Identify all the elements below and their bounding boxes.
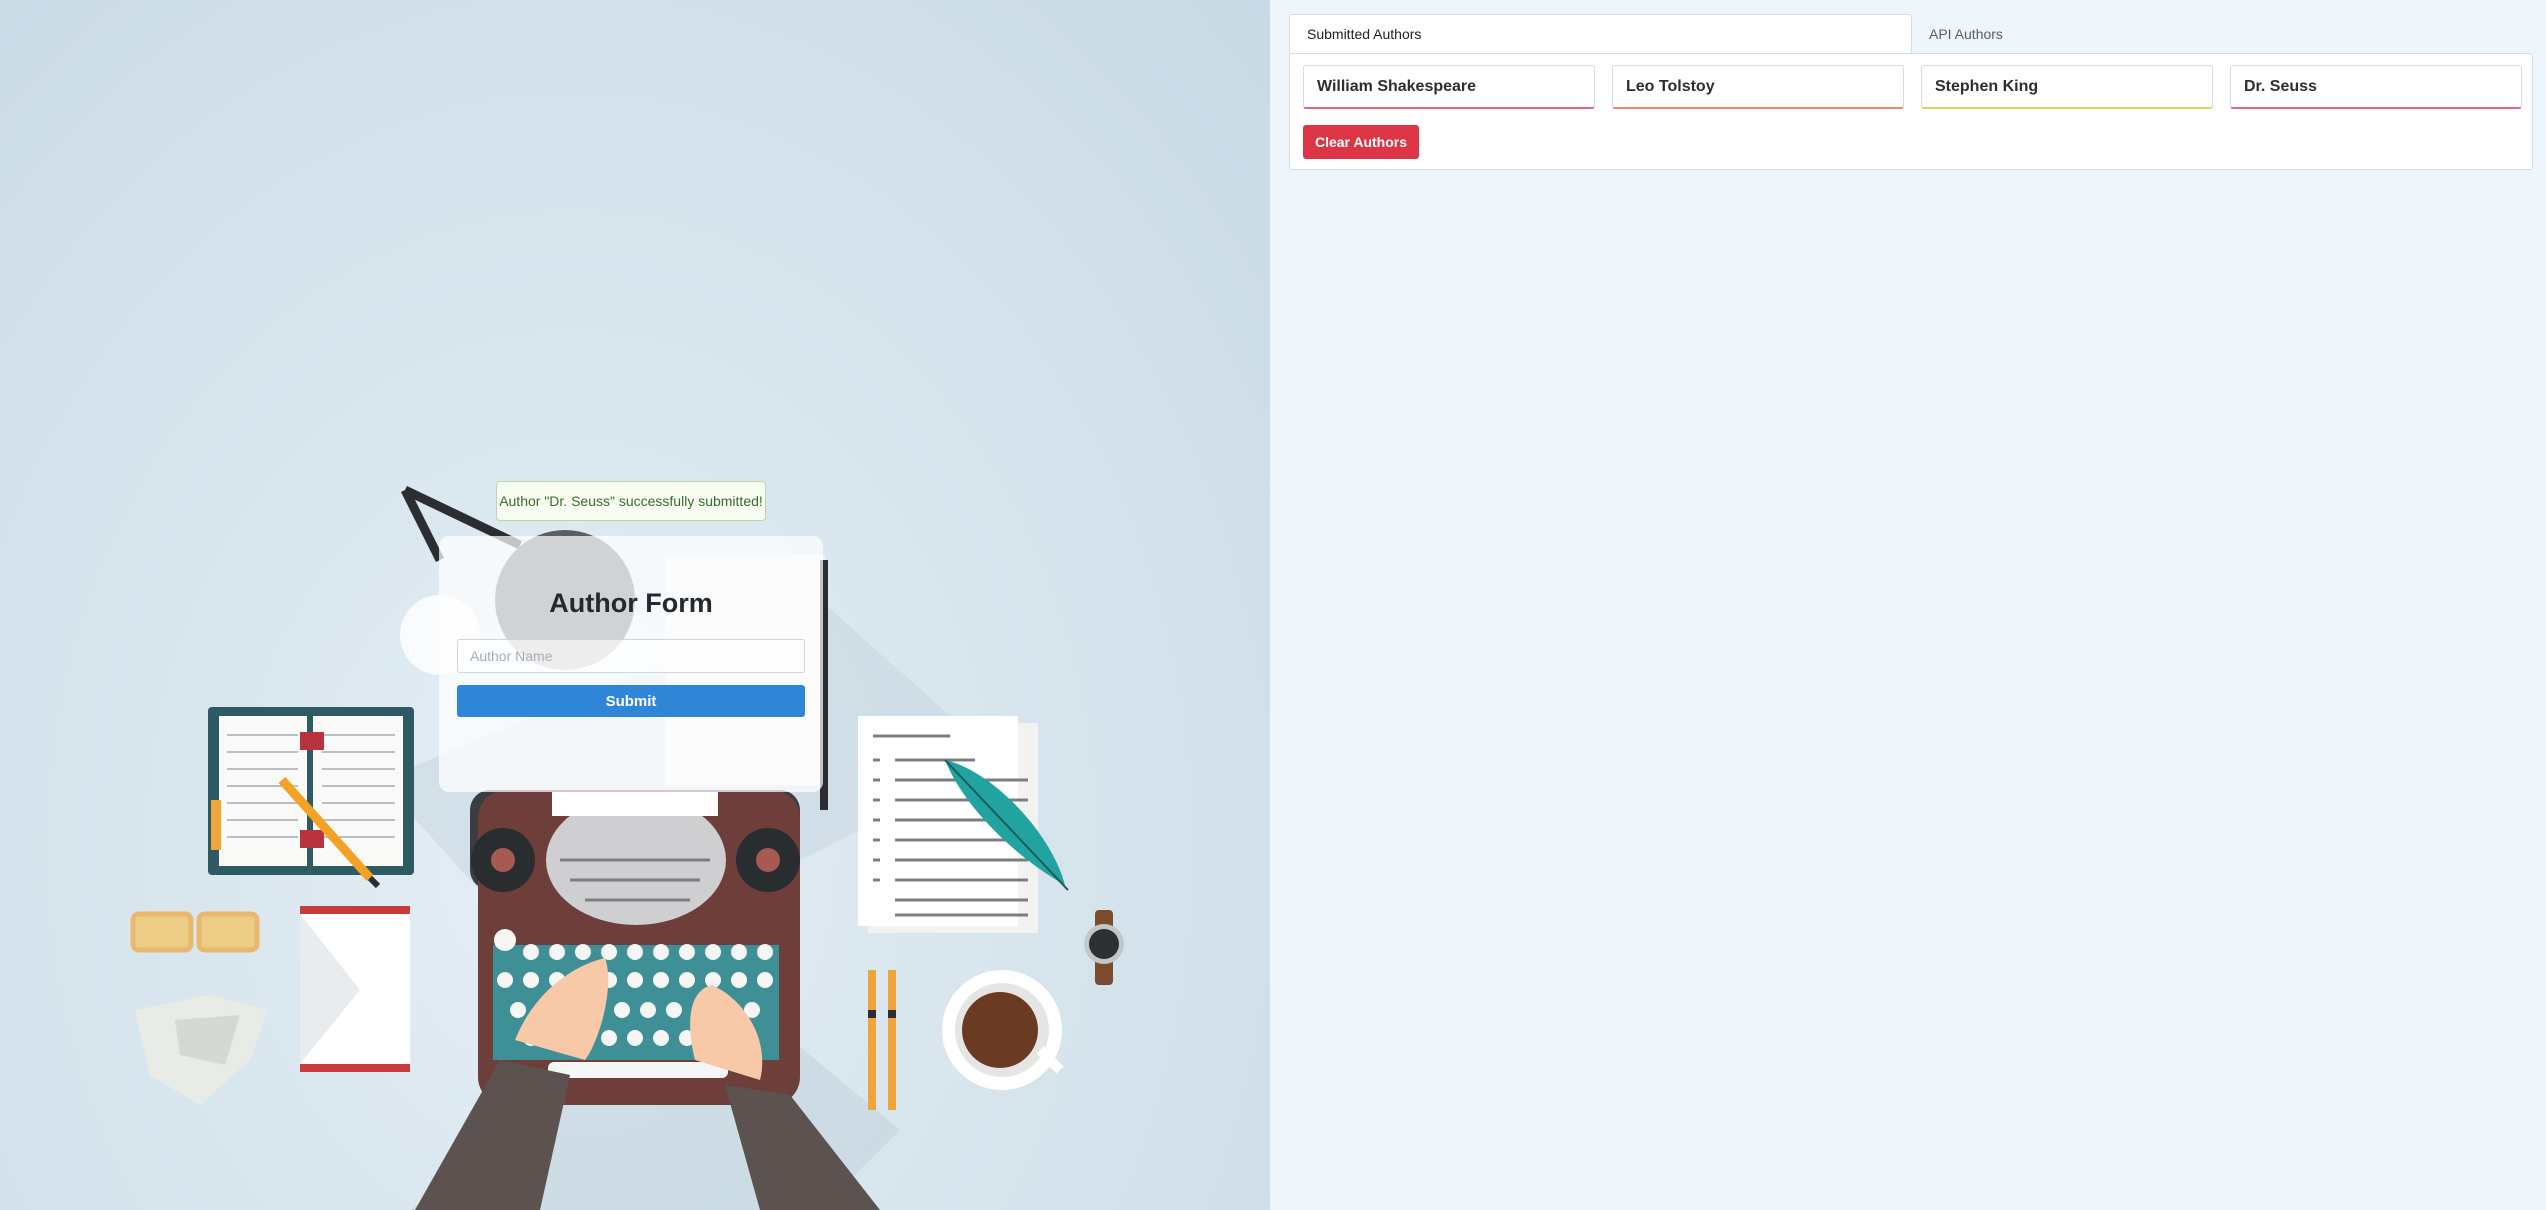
author-card: William Shakespeare bbox=[1303, 65, 1595, 109]
author-card: Leo Tolstoy bbox=[1612, 65, 1904, 109]
author-name-input[interactable] bbox=[457, 639, 805, 673]
tab-api-authors[interactable]: API Authors bbox=[1912, 14, 2112, 53]
clear-authors-button[interactable]: Clear Authors bbox=[1303, 125, 1419, 159]
author-form-card: Author Form Submit bbox=[439, 536, 823, 792]
submitted-authors-content: William Shakespeare Leo Tolstoy Stephen … bbox=[1289, 53, 2533, 170]
author-card: Dr. Seuss bbox=[2230, 65, 2522, 109]
submit-button[interactable]: Submit bbox=[457, 685, 805, 717]
left-illustration-panel: Author "Dr. Seuss" successfully submitte… bbox=[0, 0, 1270, 1210]
author-card: Stephen King bbox=[1921, 65, 2213, 109]
tab-submitted-authors[interactable]: Submitted Authors bbox=[1289, 14, 1912, 53]
form-title: Author Form bbox=[549, 588, 713, 618]
author-card-list: William Shakespeare Leo Tolstoy Stephen … bbox=[1303, 65, 2522, 109]
tab-label: Submitted Authors bbox=[1307, 26, 1422, 42]
success-alert: Author "Dr. Seuss" successfully submitte… bbox=[496, 481, 766, 521]
authors-panel: Submitted Authors API Authors William Sh… bbox=[1270, 0, 2546, 1210]
authors-tabs: Submitted Authors API Authors bbox=[1289, 14, 2533, 54]
tab-label: API Authors bbox=[1929, 25, 2003, 42]
success-alert-text: Author "Dr. Seuss" successfully submitte… bbox=[499, 493, 763, 509]
